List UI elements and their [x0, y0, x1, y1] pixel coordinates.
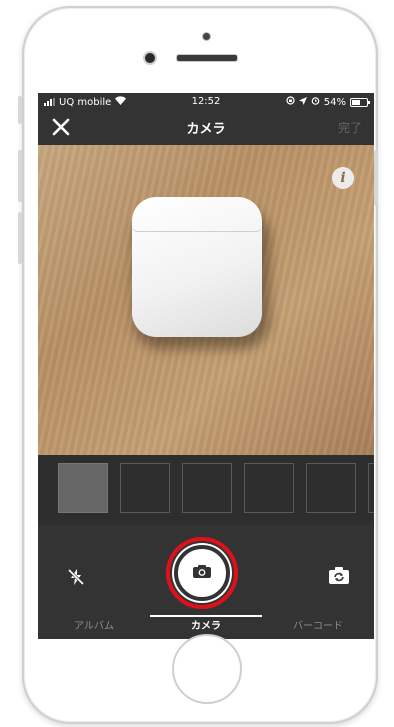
front-camera-lens	[143, 51, 157, 65]
power-button	[374, 150, 378, 206]
battery-percent: 54%	[323, 96, 346, 108]
camera-icon	[192, 564, 212, 579]
volume-up-button	[18, 150, 22, 202]
flash-off-icon[interactable]	[66, 567, 86, 587]
camera-controls: アルバム カメラ バーコード	[38, 525, 374, 639]
thumbnail-slot[interactable]	[120, 463, 170, 513]
alarm-icon	[311, 96, 320, 108]
front-sensor	[202, 32, 211, 41]
camera-viewfinder[interactable]: i	[38, 145, 374, 455]
thumbnail-slot[interactable]	[182, 463, 232, 513]
info-icon[interactable]: i	[332, 167, 354, 189]
tab-barcode[interactable]: バーコード	[262, 615, 374, 639]
earpiece-speaker	[176, 54, 238, 62]
switch-camera-icon[interactable]	[328, 565, 350, 585]
done-button[interactable]: 完了	[338, 119, 362, 136]
thumbnail-slot[interactable]	[244, 463, 294, 513]
tab-album[interactable]: アルバム	[38, 615, 150, 639]
home-button[interactable]	[172, 634, 242, 704]
volume-down-button	[18, 212, 22, 264]
lock-rotation-icon	[286, 96, 295, 108]
location-icon	[298, 96, 307, 108]
thumbnail-slot[interactable]	[368, 463, 374, 513]
status-bar: UQ mobile 12:52 54%	[38, 93, 374, 111]
app-screen: UQ mobile 12:52 54% カメラ 完了 i アルバム カメラ バー…	[38, 93, 374, 639]
earbuds-case-lid	[132, 197, 262, 232]
battery-icon	[350, 97, 370, 107]
thumbnail-strip	[38, 455, 374, 525]
mute-switch	[18, 96, 22, 124]
nav-bar: カメラ 完了	[38, 113, 374, 143]
thumbnail-slot[interactable]	[306, 463, 356, 513]
thumbnail-slot[interactable]	[58, 463, 108, 513]
page-title: カメラ	[186, 122, 226, 137]
